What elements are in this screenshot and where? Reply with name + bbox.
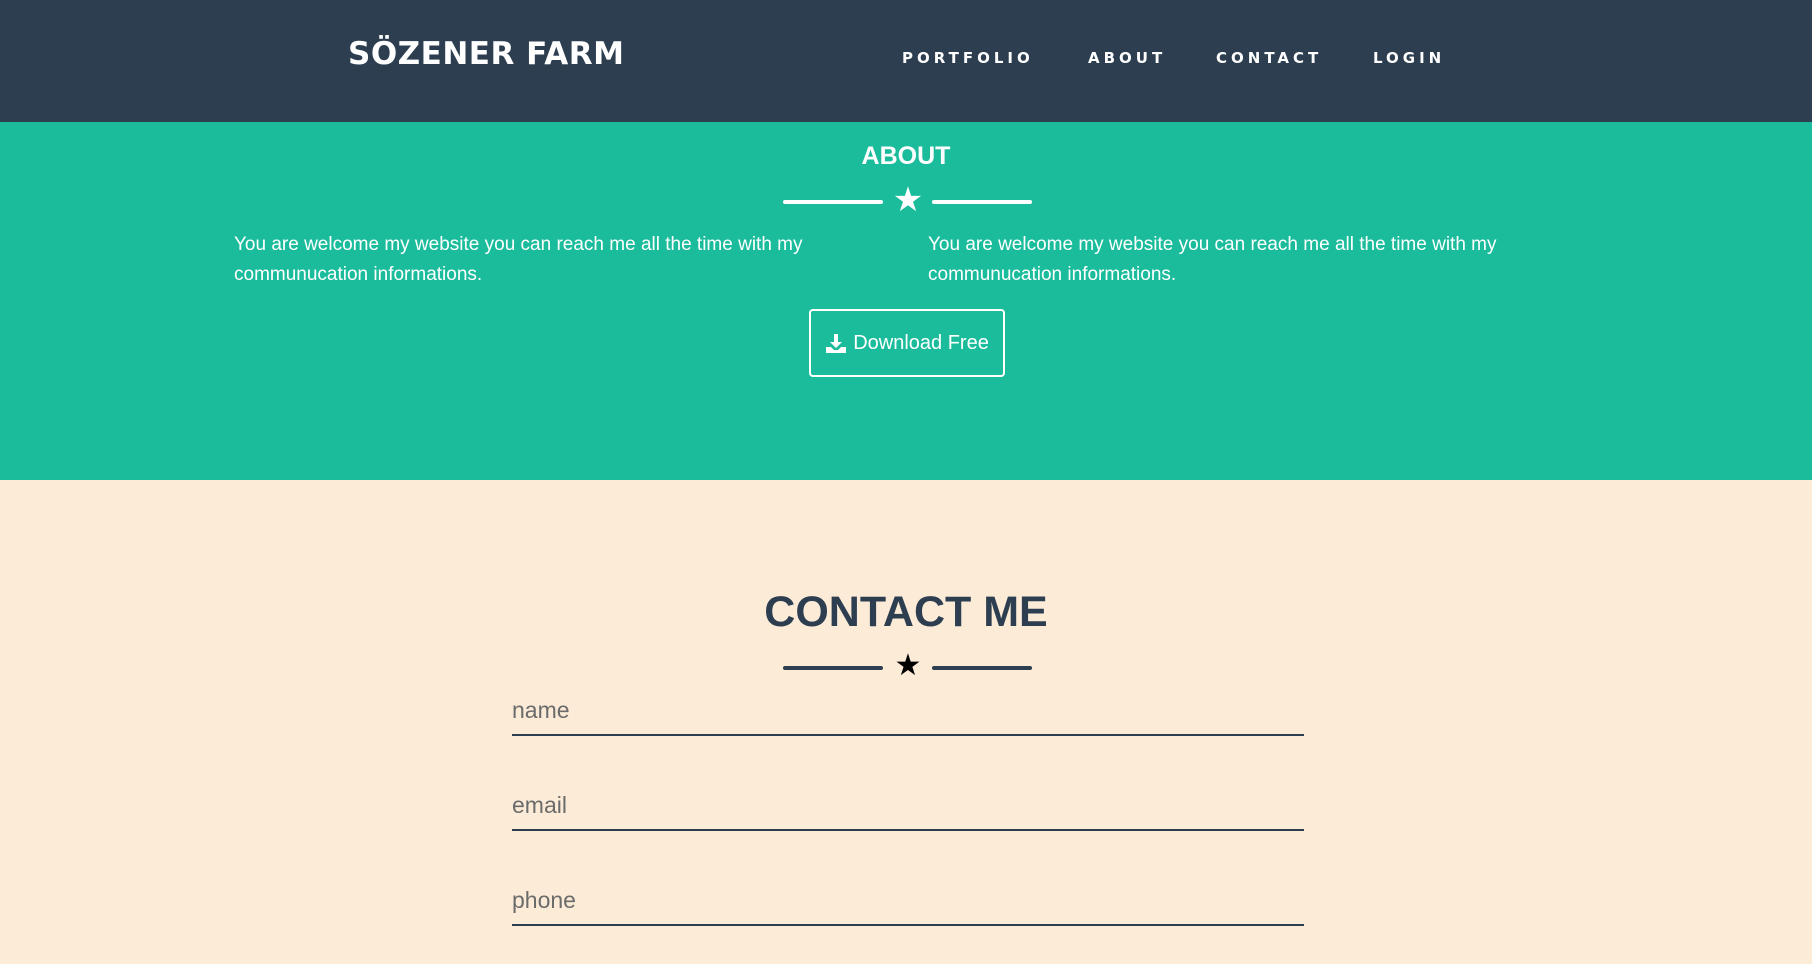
top-navbar: SÖZENER FARM PORTFOLIO ABOUT CONTACT LOG… xyxy=(0,0,1812,122)
download-button-label: Download Free xyxy=(853,331,989,354)
name-input[interactable] xyxy=(512,686,1304,734)
nav-link-portfolio[interactable]: PORTFOLIO xyxy=(902,49,1034,67)
divider-line-right xyxy=(932,666,1032,670)
nav-link-contact[interactable]: CONTACT xyxy=(1216,49,1322,67)
nav-link-login[interactable]: LOGIN xyxy=(1373,49,1445,67)
download-icon xyxy=(825,332,847,354)
about-text-left: You are welcome my website you can reach… xyxy=(234,234,803,285)
divider-line-left xyxy=(783,200,883,204)
email-field-wrapper xyxy=(512,781,1304,831)
site-brand[interactable]: SÖZENER FARM xyxy=(348,36,624,72)
contact-title: CONTACT ME xyxy=(764,588,1048,636)
about-section: ABOUT ★ You are welcome my website you c… xyxy=(0,122,1812,480)
download-free-button[interactable]: Download Free xyxy=(809,309,1005,377)
name-field-wrapper xyxy=(512,686,1304,736)
about-text-right: You are welcome my website you can reach… xyxy=(928,234,1497,285)
phone-input[interactable] xyxy=(512,876,1304,924)
divider-line-left xyxy=(783,666,883,670)
phone-field-wrapper xyxy=(512,876,1304,926)
star-icon: ★ xyxy=(894,649,922,682)
email-input[interactable] xyxy=(512,781,1304,829)
about-title: ABOUT xyxy=(861,142,951,170)
divider-line-right xyxy=(932,200,1032,204)
star-icon: ★ xyxy=(892,181,924,219)
nav-link-about[interactable]: ABOUT xyxy=(1088,49,1166,67)
